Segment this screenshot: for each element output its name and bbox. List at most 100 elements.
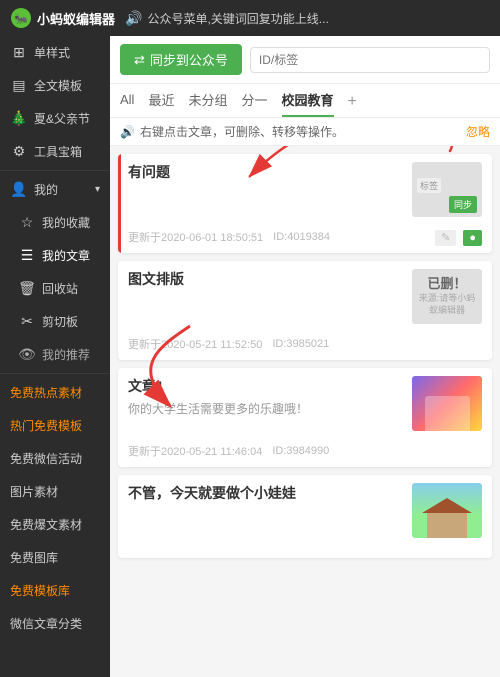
sidebar-item-jianqieban[interactable]: ✂ 剪切板 [0, 305, 110, 338]
article-content: 有问题 [128, 162, 404, 217]
sidebar-item-label: 全文模板 [34, 77, 100, 94]
topbar-logo: 🐜 小蚂蚁编辑器 [10, 7, 115, 29]
thumb-lines: 标签 同步 [412, 162, 482, 217]
grid-icon: ⊞ [10, 44, 28, 61]
notice-bar-text: 右键点击文章，可删除、转移等操作。 [140, 123, 344, 140]
notice-ignore-button[interactable]: 忽略 [466, 123, 490, 140]
sync-button[interactable]: ⇄ 同步到公众号 [120, 44, 242, 75]
sidebar-item-label: 微信文章分类 [10, 615, 100, 632]
tools-icon: ⚙ [10, 143, 28, 160]
article-card[interactable]: 图文排版 已删！ 来源:请等小蚂蚁编辑器 更新于2020-05-21 11:52… [118, 261, 492, 360]
article-actions: ✎ ● [435, 231, 482, 244]
sidebar-item-weixin[interactable]: 免费微信活动 [0, 442, 110, 475]
sidebar-item-redian[interactable]: 免费热点素材 [0, 376, 110, 409]
sidebar-item-label: 我的 [34, 181, 89, 198]
article-card-body: 有问题 标签 同步 [118, 154, 492, 225]
deleted-indicator: 已删！ 来源:请等小蚂蚁编辑器 [412, 269, 482, 324]
sidebar-item-danyang[interactable]: ⊞ 单样式 [0, 36, 110, 69]
article-thumbnail [412, 376, 482, 431]
sidebar-item-label: 免费微信活动 [10, 450, 100, 467]
sidebar-item-shoucang[interactable]: ☆ 我的收藏 [0, 206, 110, 239]
sidebar-item-fujingjie[interactable]: 🎄 夏&父亲节 [0, 102, 110, 135]
tab-ungrouped[interactable]: 未分组 [188, 90, 227, 117]
sidebar-item-wenzhang[interactable]: ☰ 我的文章 [0, 239, 110, 272]
sidebar-item-huishouzhan[interactable]: 🗑 回收站 [0, 272, 110, 305]
article-card[interactable]: 有问题 标签 同步 更新于2 [118, 154, 492, 253]
article-id: ID:4019384 [273, 231, 330, 243]
article-content: 图文排版 [128, 269, 404, 324]
sidebar-item-tupian[interactable]: 图片素材 [0, 475, 110, 508]
notice-icon: 🔊 [125, 10, 142, 27]
content-area: ⇄ 同步到公众号 All 最近 未分组 分一 校园教育 + 🔊 右键点击文章，可… [110, 36, 500, 677]
sidebar-item-mbku[interactable]: 免费模板库 [0, 574, 110, 607]
article-footer: 更新于2020-05-21 11:46:04 ID:3984990 [118, 439, 492, 467]
article-id: ID:3985021 [272, 338, 329, 350]
publish-btn[interactable]: ● [463, 230, 482, 246]
article-title: 文章1 [128, 376, 404, 396]
tab-fen1[interactable]: 分一 [241, 90, 267, 117]
article-card[interactable]: 不管，今天就要做个小娃娃 [118, 475, 492, 558]
sidebar-item-label: 免费爆文素材 [10, 516, 100, 533]
article-thumbnail: 标签 同步 [412, 162, 482, 217]
article-thumbnail [412, 483, 482, 538]
tab-all[interactable]: All [120, 92, 134, 115]
sidebar-item-label: 我的文章 [42, 247, 100, 264]
topbar: 🐜 小蚂蚁编辑器 🔊 公众号菜单,关键词回复功能上线... [0, 0, 500, 36]
thumb-tag: 标签 [417, 178, 441, 193]
edit-btn[interactable]: ✎ [435, 230, 456, 246]
sidebar-item-mianfeimb[interactable]: 热门免费模板 [0, 409, 110, 442]
main-layout: ⊞ 单样式 ▤ 全文模板 🎄 夏&父亲节 ⚙ 工具宝箱 👤 我的 ▾ ☆ 我的收… [0, 36, 500, 677]
sidebar-item-label: 图片素材 [10, 483, 100, 500]
sidebar-item-quanwen[interactable]: ▤ 全文模板 [0, 69, 110, 102]
article-content: 不管，今天就要做个小娃娃 [128, 483, 404, 538]
article-footer [118, 546, 492, 558]
article-list: 有问题 标签 同步 更新于2 [110, 146, 500, 566]
sidebar-item-wode[interactable]: 👤 我的 ▾ [0, 173, 110, 206]
chevron-down-icon: ▾ [95, 184, 100, 195]
tabs-row: All 最近 未分组 分一 校园教育 + [110, 84, 500, 118]
sidebar-item-label: 剪切板 [42, 313, 100, 330]
building-shape [425, 396, 470, 431]
deleted-source: 来源:请等小蚂蚁编辑器 [412, 293, 482, 316]
tab-campus[interactable]: 校园教育 [282, 90, 334, 117]
article-list-wrapper: 有问题 标签 同步 更新于2 [110, 146, 500, 677]
article-updated: 更新于2020-05-21 11:46:04 [128, 443, 262, 459]
sidebar-item-label: 我的收藏 [42, 214, 100, 231]
logo-icon: 🐜 [10, 7, 32, 29]
eye-icon: 👁 [18, 346, 36, 363]
sidebar-item-label: 工具宝箱 [34, 143, 100, 160]
notice-text: 公众号菜单,关键词回复功能上线... [147, 10, 328, 27]
holiday-icon: 🎄 [10, 110, 28, 127]
deleted-label: 已删！ [427, 276, 466, 293]
article-icon: ☰ [18, 247, 36, 264]
topbar-notice: 🔊 公众号菜单,关键词回复功能上线... [125, 10, 490, 27]
sync-icon: ⇄ [134, 52, 145, 68]
sidebar-item-label: 单样式 [34, 44, 100, 61]
search-input[interactable] [250, 47, 490, 73]
sidebar-item-label: 我的推荐 [42, 346, 100, 363]
article-card[interactable]: 文章1 你的大学生活需要更多的乐趣哦！ 更新于2020-05-21 11:46:… [118, 368, 492, 467]
sidebar-item-gongju[interactable]: ⚙ 工具宝箱 [0, 135, 110, 168]
article-updated: 更新于2020-06-01 18:50:51 [128, 229, 263, 245]
tab-recent[interactable]: 最近 [148, 90, 174, 117]
notice-bar: 🔊 右键点击文章，可删除、转移等操作。 忽略 [110, 118, 500, 146]
sidebar-item-label: 夏&父亲节 [34, 110, 100, 127]
article-thumbnail: 已删！ 来源:请等小蚂蚁编辑器 [412, 269, 482, 324]
user-icon: 👤 [10, 181, 28, 198]
sidebar-item-tuijian[interactable]: 👁 我的推荐 [0, 338, 110, 371]
content-toolbar: ⇄ 同步到公众号 [110, 36, 500, 84]
sidebar-item-label: 回收站 [42, 280, 100, 297]
sidebar-item-fenlei[interactable]: 微信文章分类 [0, 607, 110, 640]
sidebar-divider [0, 170, 110, 171]
article-updated: 更新于2020-05-21 11:52:50 [128, 336, 262, 352]
house-roof [422, 498, 472, 513]
svg-text:🐜: 🐜 [14, 13, 28, 25]
star-icon: ☆ [18, 214, 36, 231]
sidebar: ⊞ 单样式 ▤ 全文模板 🎄 夏&父亲节 ⚙ 工具宝箱 👤 我的 ▾ ☆ 我的收… [0, 36, 110, 677]
article-card-body: 图文排版 已删！ 来源:请等小蚂蚁编辑器 [118, 261, 492, 332]
sidebar-item-label: 免费热点素材 [10, 384, 100, 401]
sync-label: 同步到公众号 [150, 50, 228, 69]
sidebar-item-tuku[interactable]: 免费图库 [0, 541, 110, 574]
tab-add-button[interactable]: + [348, 93, 357, 115]
sidebar-item-baowen[interactable]: 免费爆文素材 [0, 508, 110, 541]
